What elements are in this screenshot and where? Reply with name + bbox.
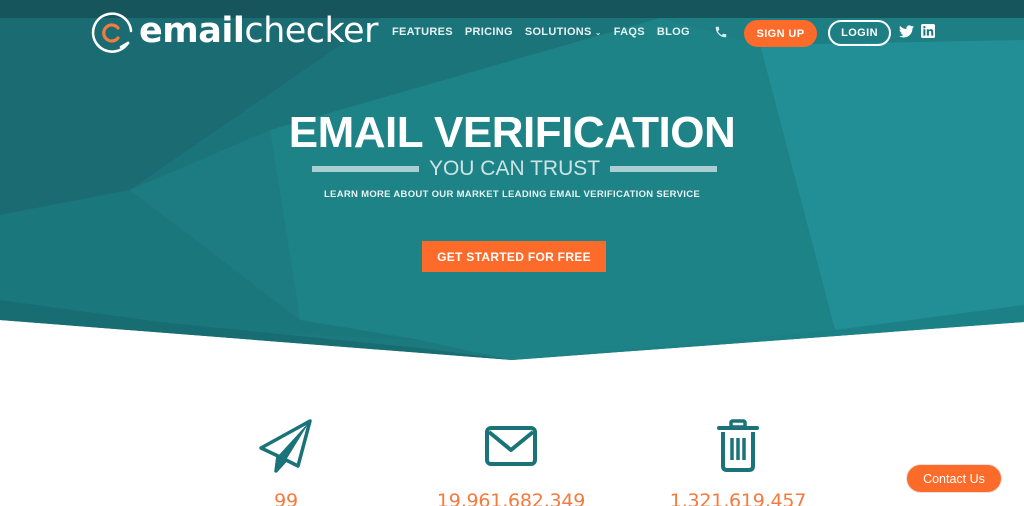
at-sign-logo-icon bbox=[91, 12, 133, 53]
nav-features[interactable]: FEATURES bbox=[392, 26, 453, 38]
contact-us-label: Contact Us bbox=[923, 471, 985, 486]
nav-blog-label: BLOG bbox=[656, 26, 690, 38]
hero-section: emailchecker FEATURES PRICING SOLUTIONS ⌄… bbox=[0, 0, 1024, 362]
stat-removed: 1,321,619,457 bbox=[658, 418, 818, 506]
nav-pricing[interactable]: PRICING bbox=[465, 26, 513, 38]
hero-title: EMAIL VERIFICATION bbox=[288, 108, 736, 157]
phone-icon[interactable] bbox=[714, 25, 728, 39]
linkedin-icon[interactable] bbox=[921, 24, 935, 38]
logo[interactable]: emailchecker bbox=[88, 10, 378, 56]
signup-button[interactable]: SIGN UP bbox=[744, 20, 817, 47]
hero-subtitle-row: YOU CAN TRUST bbox=[312, 156, 718, 182]
logo-text: emailchecker bbox=[139, 11, 378, 51]
stat-value: 1,321,619,457 bbox=[669, 490, 807, 506]
get-started-label: GET STARTED FOR FREE bbox=[437, 249, 591, 264]
trash-icon bbox=[717, 419, 759, 472]
nav-features-label: FEATURES bbox=[392, 26, 453, 38]
hero-subtitle: YOU CAN TRUST bbox=[428, 157, 601, 180]
get-started-button[interactable]: GET STARTED FOR FREE bbox=[422, 241, 606, 272]
divider-right bbox=[610, 166, 718, 172]
stat-verified: 19,961,682,349 bbox=[431, 418, 591, 506]
login-label: LOGIN bbox=[841, 27, 878, 39]
nav-pricing-label: PRICING bbox=[464, 26, 513, 38]
nav-blog[interactable]: BLOG bbox=[657, 26, 690, 38]
main-nav: FEATURES PRICING SOLUTIONS ⌄ FAQS BLOG bbox=[392, 26, 702, 38]
divider-left bbox=[312, 166, 419, 172]
paper-plane-icon bbox=[259, 419, 312, 473]
stat-value: 19,961,682,349 bbox=[436, 490, 586, 506]
nav-faqs-label: FAQS bbox=[613, 26, 645, 38]
twitter-icon[interactable] bbox=[899, 25, 914, 38]
envelope-icon bbox=[485, 426, 537, 466]
stat-value: 99 bbox=[274, 490, 298, 506]
nav-solutions[interactable]: SOLUTIONS ⌄ bbox=[525, 26, 602, 38]
contact-us-button[interactable]: Contact Us bbox=[906, 464, 1002, 493]
stat-sent: 99 bbox=[206, 418, 366, 506]
chevron-down-icon: ⌄ bbox=[594, 27, 602, 37]
hero-tagline: LEARN MORE ABOUT OUR MARKET LEADING EMAI… bbox=[323, 189, 701, 200]
signup-label: SIGN UP bbox=[756, 27, 805, 40]
nav-faqs[interactable]: FAQS bbox=[614, 26, 645, 38]
login-button[interactable]: LOGIN bbox=[828, 20, 891, 46]
nav-solutions-label: SOLUTIONS bbox=[524, 26, 592, 38]
